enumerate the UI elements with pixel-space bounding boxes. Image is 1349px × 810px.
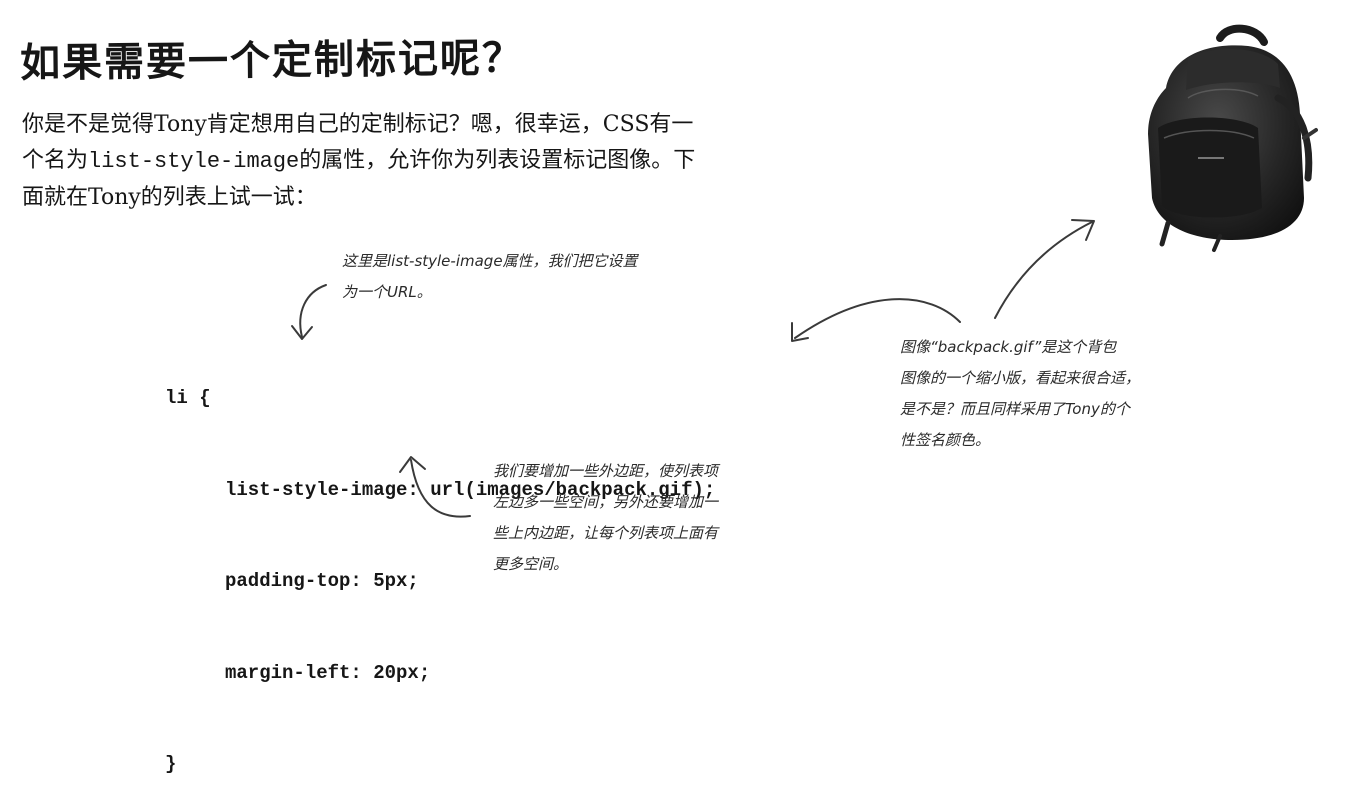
code-line-margin-left: margin-left: 20px; <box>225 661 431 684</box>
arrow-to-url <box>794 298 961 339</box>
code-line-closing-brace: } <box>165 753 177 775</box>
arrow-to-selector <box>299 284 327 338</box>
arrow-to-margin <box>410 459 471 518</box>
backpack-icon <box>1148 24 1318 252</box>
arrow-to-backpack <box>994 221 1093 319</box>
